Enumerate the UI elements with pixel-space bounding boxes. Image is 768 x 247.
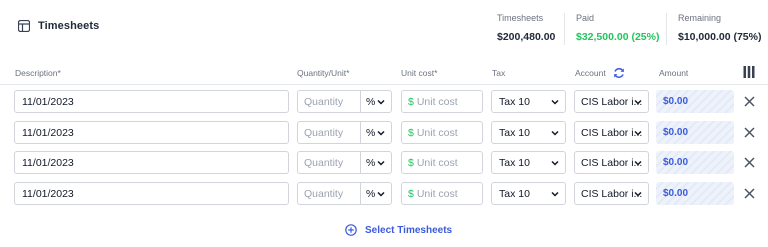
amount-value: $0.00	[656, 151, 734, 174]
close-icon[interactable]	[744, 188, 755, 199]
table-header: Description* Quantity/Unit* Unit cost* T…	[0, 63, 768, 85]
tax-select[interactable]: Tax 10	[491, 121, 566, 144]
title-group: Timesheets	[18, 20, 99, 32]
unit-select[interactable]: %	[361, 188, 375, 200]
tax-select[interactable]: Tax 10	[491, 182, 566, 205]
chevron-down-icon	[377, 99, 385, 105]
column-header-amount: Amount	[659, 68, 689, 78]
chevron-down-icon	[551, 160, 559, 166]
column-header-unit-cost: Unit cost*	[401, 68, 438, 78]
stat-divider	[666, 13, 667, 45]
column-header-tax: Tax	[492, 68, 506, 78]
chevron-down-icon	[377, 191, 385, 197]
chevron-down-icon	[377, 130, 385, 136]
unit-select[interactable]: %	[361, 157, 375, 169]
quantity-unit-field[interactable]: Quantity %	[297, 90, 392, 113]
refresh-icon[interactable]	[612, 66, 626, 80]
unit-cost-placeholder: Unit cost	[416, 187, 458, 200]
description-input[interactable]: 11/01/2023	[14, 90, 289, 113]
columns-icon[interactable]	[743, 66, 755, 78]
currency-symbol: $	[408, 126, 414, 139]
table-row: 11/01/2023 Quantity % $ Unit cost Tax 10…	[0, 151, 768, 176]
unit-select[interactable]: %	[361, 96, 375, 108]
quantity-input[interactable]: Quantity	[298, 183, 361, 204]
unit-cost-placeholder: Unit cost	[416, 156, 458, 169]
account-select[interactable]: CIS Labor i...	[574, 90, 649, 113]
table-row: 11/01/2023 Quantity % $ Unit cost Tax 10…	[0, 90, 768, 115]
stat-remaining: Remaining $10,000.00 (75%)	[678, 13, 761, 43]
chevron-down-icon	[634, 130, 642, 136]
amount-value: $0.00	[656, 182, 734, 205]
quantity-input[interactable]: Quantity	[298, 152, 361, 173]
chevron-down-icon	[551, 99, 559, 105]
amount-value: $0.00	[656, 90, 734, 113]
quantity-input[interactable]: Quantity	[298, 122, 361, 143]
stat-value: $200,480.00	[497, 31, 556, 43]
stat-label: Timesheets	[497, 13, 544, 23]
quantity-unit-field[interactable]: Quantity %	[297, 151, 392, 174]
stat-label: Remaining	[678, 13, 722, 23]
chevron-down-icon	[634, 191, 642, 197]
amount-value: $0.00	[656, 121, 734, 144]
description-input[interactable]: 11/01/2023	[14, 182, 289, 205]
chevron-down-icon	[377, 160, 385, 166]
stat-timesheets: Timesheets $200,480.00	[497, 13, 555, 43]
currency-symbol: $	[408, 95, 414, 108]
unit-cost-placeholder: Unit cost	[416, 126, 458, 139]
unit-cost-input[interactable]: $ Unit cost	[401, 121, 483, 144]
plus-circle-icon	[345, 224, 357, 236]
column-header-description: Description*	[15, 68, 61, 78]
column-header-account: Account	[575, 68, 606, 78]
tax-value: Tax 10	[499, 156, 530, 169]
tax-value: Tax 10	[499, 126, 530, 139]
tax-value: Tax 10	[499, 187, 530, 200]
select-timesheets-button[interactable]: Select Timesheets	[345, 224, 452, 236]
unit-cost-input[interactable]: $ Unit cost	[401, 90, 483, 113]
quantity-unit-field[interactable]: Quantity %	[297, 182, 392, 205]
close-icon[interactable]	[744, 127, 755, 138]
description-input[interactable]: 11/01/2023	[14, 151, 289, 174]
currency-symbol: $	[408, 156, 414, 169]
quantity-unit-field[interactable]: Quantity %	[297, 121, 392, 144]
tax-select[interactable]: Tax 10	[491, 90, 566, 113]
stat-label: Paid	[576, 13, 595, 23]
stat-value: $32,500.00 (25%)	[576, 31, 660, 43]
timesheet-icon	[18, 20, 30, 32]
table-row: 11/01/2023 Quantity % $ Unit cost Tax 10…	[0, 182, 768, 207]
stat-value: $10,000.00 (75%)	[678, 31, 762, 43]
chevron-down-icon	[634, 160, 642, 166]
account-select[interactable]: CIS Labor i...	[574, 121, 649, 144]
unit-select[interactable]: %	[361, 127, 375, 139]
tax-value: Tax 10	[499, 95, 530, 108]
currency-symbol: $	[408, 187, 414, 200]
table-row: 11/01/2023 Quantity % $ Unit cost Tax 10…	[0, 121, 768, 146]
chevron-down-icon	[551, 130, 559, 136]
account-select[interactable]: CIS Labor i...	[574, 182, 649, 205]
select-timesheets-label: Select Timesheets	[365, 224, 453, 236]
unit-cost-placeholder: Unit cost	[416, 95, 458, 108]
unit-cost-input[interactable]: $ Unit cost	[401, 151, 483, 174]
description-input[interactable]: 11/01/2023	[14, 121, 289, 144]
account-select[interactable]: CIS Labor i...	[574, 151, 649, 174]
unit-cost-input[interactable]: $ Unit cost	[401, 182, 483, 205]
page-title: Timesheets	[38, 20, 100, 32]
stat-divider	[564, 13, 565, 45]
chevron-down-icon	[634, 99, 642, 105]
close-icon[interactable]	[744, 157, 755, 168]
column-header-quantity: Quantity/Unit*	[297, 68, 350, 78]
summary-header: Timesheets Timesheets $200,480.00 Paid $…	[0, 0, 768, 56]
close-icon[interactable]	[744, 96, 755, 107]
chevron-down-icon	[551, 191, 559, 197]
quantity-input[interactable]: Quantity	[298, 91, 361, 112]
tax-select[interactable]: Tax 10	[491, 151, 566, 174]
stat-paid: Paid $32,500.00 (25%)	[576, 13, 659, 43]
